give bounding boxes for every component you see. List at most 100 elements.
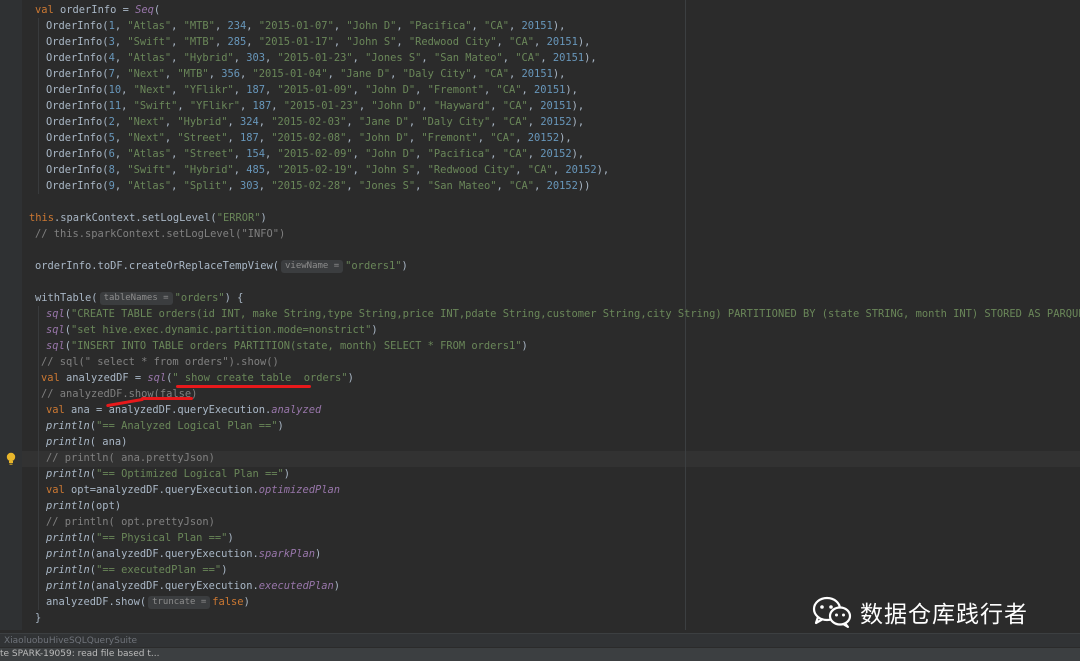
code-line[interactable]: sql("CREATE TABLE orders(id INT, make St…: [46, 306, 1080, 322]
code-token: "CA": [484, 68, 510, 80]
code-token: ,: [239, 68, 253, 80]
code-line[interactable]: OrderInfo(9, "Atlas", "Split", 303, "201…: [46, 178, 590, 194]
code-token: ,: [509, 68, 522, 80]
code-token: println: [46, 580, 90, 592]
code-token: 356: [221, 68, 240, 80]
code-line[interactable]: println(opt): [46, 498, 121, 514]
code-token: ): [283, 468, 290, 480]
code-line[interactable]: sql("INSERT INTO TABLE orders PARTITION(…: [46, 338, 528, 354]
code-line[interactable]: val orderInfo = Seq(: [35, 2, 160, 18]
code-token: ,: [415, 164, 428, 176]
code-line[interactable]: println("== executedPlan =="): [46, 562, 227, 578]
code-token: ,: [114, 164, 128, 176]
code-token: ,: [527, 148, 541, 160]
code-token: "== Analyzed Logical Plan ==": [96, 420, 278, 432]
breadcrumb-item[interactable]: XiaoluobuHiveSQLQuerySuite: [4, 636, 137, 646]
code-line[interactable]: OrderInfo(10, "Next", "YFlikr", 187, "20…: [46, 82, 578, 98]
code-token: ,: [346, 116, 359, 128]
code-line[interactable]: OrderInfo(1, "Atlas", "MTB", 234, "2015-…: [46, 18, 565, 34]
code-token: ): [243, 596, 250, 608]
code-line[interactable]: this.sparkContext.setLogLevel("ERROR"): [29, 210, 267, 226]
code-token: )): [577, 180, 591, 192]
code-token: ,: [352, 84, 366, 96]
code-token: ,: [490, 100, 503, 112]
code-token: OrderInfo(: [46, 100, 109, 112]
code-line[interactable]: println(analyzedDF.queryExecution.execut…: [46, 578, 340, 594]
code-token: val: [46, 404, 72, 416]
code-line[interactable]: OrderInfo(7, "Next", "MTB", 356, "2015-0…: [46, 66, 565, 82]
code-token: "== executedPlan ==": [96, 564, 222, 576]
code-token: 20152: [540, 116, 572, 128]
code-line[interactable]: OrderInfo(8, "Swift", "Hybrid", 485, "20…: [46, 162, 609, 178]
indent-guide: [38, 18, 39, 194]
code-token: "San Mateo": [433, 52, 503, 64]
code-line[interactable]: OrderInfo(3, "Swift", "MTB", 285, "2015-…: [46, 34, 590, 50]
code-line[interactable]: OrderInfo(2, "Next", "Hybrid", 324, "201…: [46, 114, 584, 130]
code-token: ,: [214, 36, 228, 48]
code-line[interactable]: withTable(tableNames = "orders") {: [35, 290, 243, 306]
code-token: ana = analyzedDF.queryExecution.: [71, 404, 272, 416]
code-line[interactable]: // println( ana.prettyJson): [46, 450, 215, 466]
code-line[interactable]: // this.sparkContext.setLogLevel("INFO"): [35, 226, 285, 242]
code-editor[interactable]: val orderInfo = Seq(OrderInfo(1, "Atlas"…: [0, 0, 1080, 630]
code-line[interactable]: println(analyzedDF.queryExecution.sparkP…: [46, 546, 321, 562]
code-token: (analyzedDF.queryExecution.: [89, 580, 259, 592]
code-line[interactable]: sql("set hive.exec.dynamic.partition.mod…: [46, 322, 378, 338]
code-token: ,: [352, 164, 366, 176]
code-token: 20151: [521, 20, 553, 32]
code-token: false: [212, 596, 244, 608]
code-line[interactable]: val opt=analyzedDF.queryExecution.optimi…: [46, 482, 340, 498]
code-line[interactable]: OrderInfo(5, "Next", "Street", 187, "201…: [46, 130, 572, 146]
code-token: "Redwood City": [408, 36, 497, 48]
code-token: withTable(: [35, 292, 98, 304]
code-token: ,: [408, 116, 422, 128]
code-line[interactable]: OrderInfo(6, "Atlas", "Street", 154, "20…: [46, 146, 584, 162]
code-token: ,: [265, 164, 278, 176]
code-token: ,: [521, 84, 535, 96]
code-line[interactable]: // println( opt.prettyJson): [46, 514, 215, 530]
parameter-hint: truncate =: [148, 596, 211, 609]
code-line[interactable]: }: [35, 610, 41, 626]
code-token: "CA": [502, 148, 528, 160]
code-line[interactable]: OrderInfo(4, "Atlas", "Hybrid", 303, "20…: [46, 50, 597, 66]
code-line[interactable]: val ana = analyzedDF.queryExecution.anal…: [46, 402, 321, 418]
code-line[interactable]: println("== Analyzed Logical Plan =="): [46, 418, 284, 434]
code-token: ,: [415, 148, 428, 160]
code-token: "Hybrid": [177, 116, 228, 128]
lightbulb-icon[interactable]: [5, 452, 17, 466]
code-token: ,: [540, 52, 553, 64]
code-token: ,: [177, 100, 190, 112]
code-line[interactable]: println("== Optimized Logical Plan =="): [46, 466, 290, 482]
code-token: "Street": [177, 132, 228, 144]
code-line[interactable]: val analyzedDF = sql(" show create table…: [41, 370, 354, 386]
code-token: sql: [46, 308, 65, 320]
code-token: val: [35, 4, 61, 16]
code-token: ,: [258, 132, 272, 144]
code-token: "CA": [490, 132, 516, 144]
code-token: "MTB": [177, 68, 209, 80]
code-token: 234: [227, 20, 247, 32]
code-token: 187: [239, 132, 259, 144]
code-token: ,: [496, 36, 510, 48]
code-token: sql: [46, 324, 65, 336]
code-token: ,: [114, 116, 128, 128]
code-token: (opt): [89, 500, 122, 512]
code-token: "YFlikr": [189, 100, 240, 112]
parameter-hint: viewName =: [280, 260, 344, 273]
code-token: sql: [147, 372, 167, 384]
code-token: "Atlas": [127, 180, 172, 192]
code-token: "John D": [365, 84, 416, 96]
code-token: "CA": [502, 116, 528, 128]
code-token: ,: [421, 52, 434, 64]
code-line[interactable]: println("== Physical Plan =="): [46, 530, 234, 546]
code-token: "2015-01-23": [277, 52, 353, 64]
code-line[interactable]: orderInfo.toDF.createOrReplaceTempView(v…: [35, 258, 408, 274]
breadcrumb[interactable]: XiaoluobuHiveSQLQuerySuite: [0, 633, 1080, 647]
code-token: ): [221, 564, 228, 576]
code-token: ,: [114, 36, 128, 48]
code-line[interactable]: // sql(" select * from orders").show(): [41, 354, 279, 370]
code-token: ): [521, 340, 528, 352]
code-line[interactable]: println( ana): [46, 434, 127, 450]
code-line[interactable]: OrderInfo(11, "Swift", "YFlikr", 187, "2…: [46, 98, 584, 114]
code-line[interactable]: analyzedDF.show(truncate = false): [46, 594, 250, 610]
